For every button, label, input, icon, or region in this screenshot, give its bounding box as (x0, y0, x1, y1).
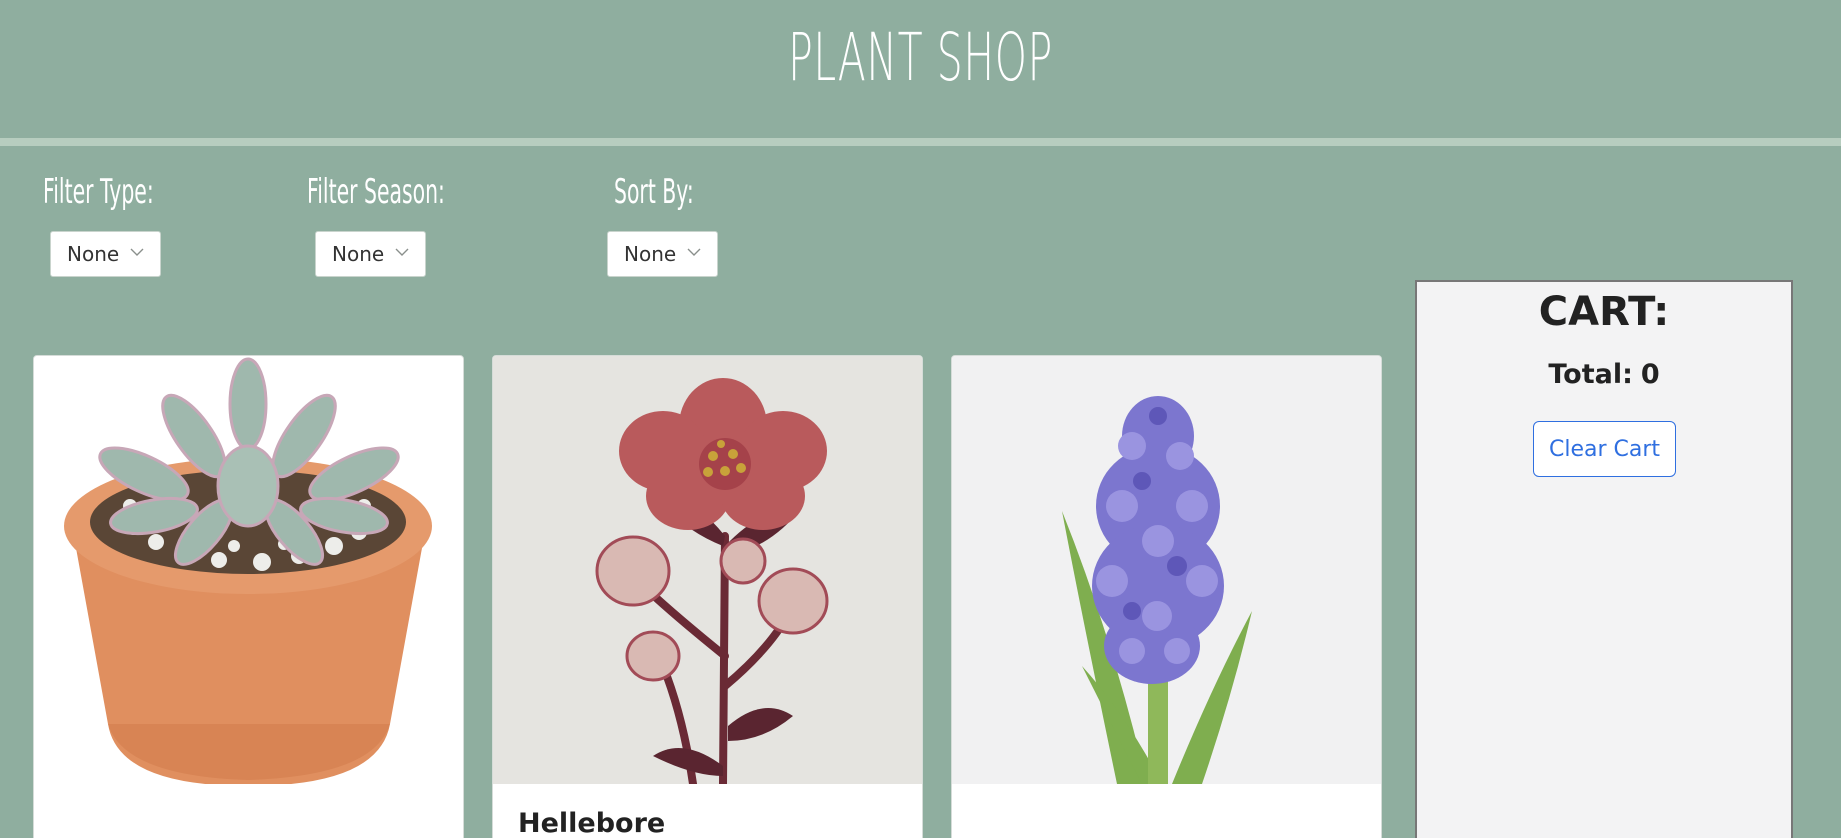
cart-heading: CART: (1538, 289, 1670, 335)
cart-total-value: 0 (1640, 359, 1660, 390)
filter-type-value: None (67, 242, 120, 266)
cart-total: Total: 0 (1417, 355, 1791, 395)
sort-by-select[interactable]: None (607, 231, 718, 277)
cart-panel: CART: Total: 0 Clear Cart (1415, 280, 1793, 838)
hyacinth-image (952, 356, 1381, 784)
sort-by-group: Sort By: None (607, 170, 747, 277)
chevron-down-icon (687, 248, 701, 256)
hellebore-image (493, 356, 922, 784)
filter-season-value: None (332, 242, 385, 266)
filter-season-group: Filter Season: None (307, 170, 537, 277)
filter-type-group: Filter Type: None (43, 170, 228, 277)
filter-season-label: Filter Season: (307, 172, 445, 212)
filter-type-label: Filter Type: (43, 172, 154, 212)
cart-total-label: Total: (1548, 359, 1633, 390)
site-title: PLANT SHOP (788, 19, 1053, 96)
sort-by-value: None (624, 242, 677, 266)
chevron-down-icon (395, 248, 409, 256)
succulent-image (34, 356, 463, 784)
filter-season-select[interactable]: None (315, 231, 426, 277)
sort-by-label: Sort By: (614, 172, 694, 212)
chevron-down-icon (130, 248, 144, 256)
clear-cart-button[interactable]: Clear Cart (1533, 421, 1676, 477)
product-card-hyacinth[interactable] (951, 355, 1382, 838)
product-card-hellebore[interactable]: Hellebore (492, 355, 923, 838)
product-name: Hellebore (518, 808, 666, 838)
product-card-succulent[interactable] (33, 355, 464, 838)
header-divider (0, 138, 1841, 146)
filter-type-select[interactable]: None (50, 231, 161, 277)
page: PLANT SHOP Filter Type: None Filter Seas… (0, 0, 1841, 838)
